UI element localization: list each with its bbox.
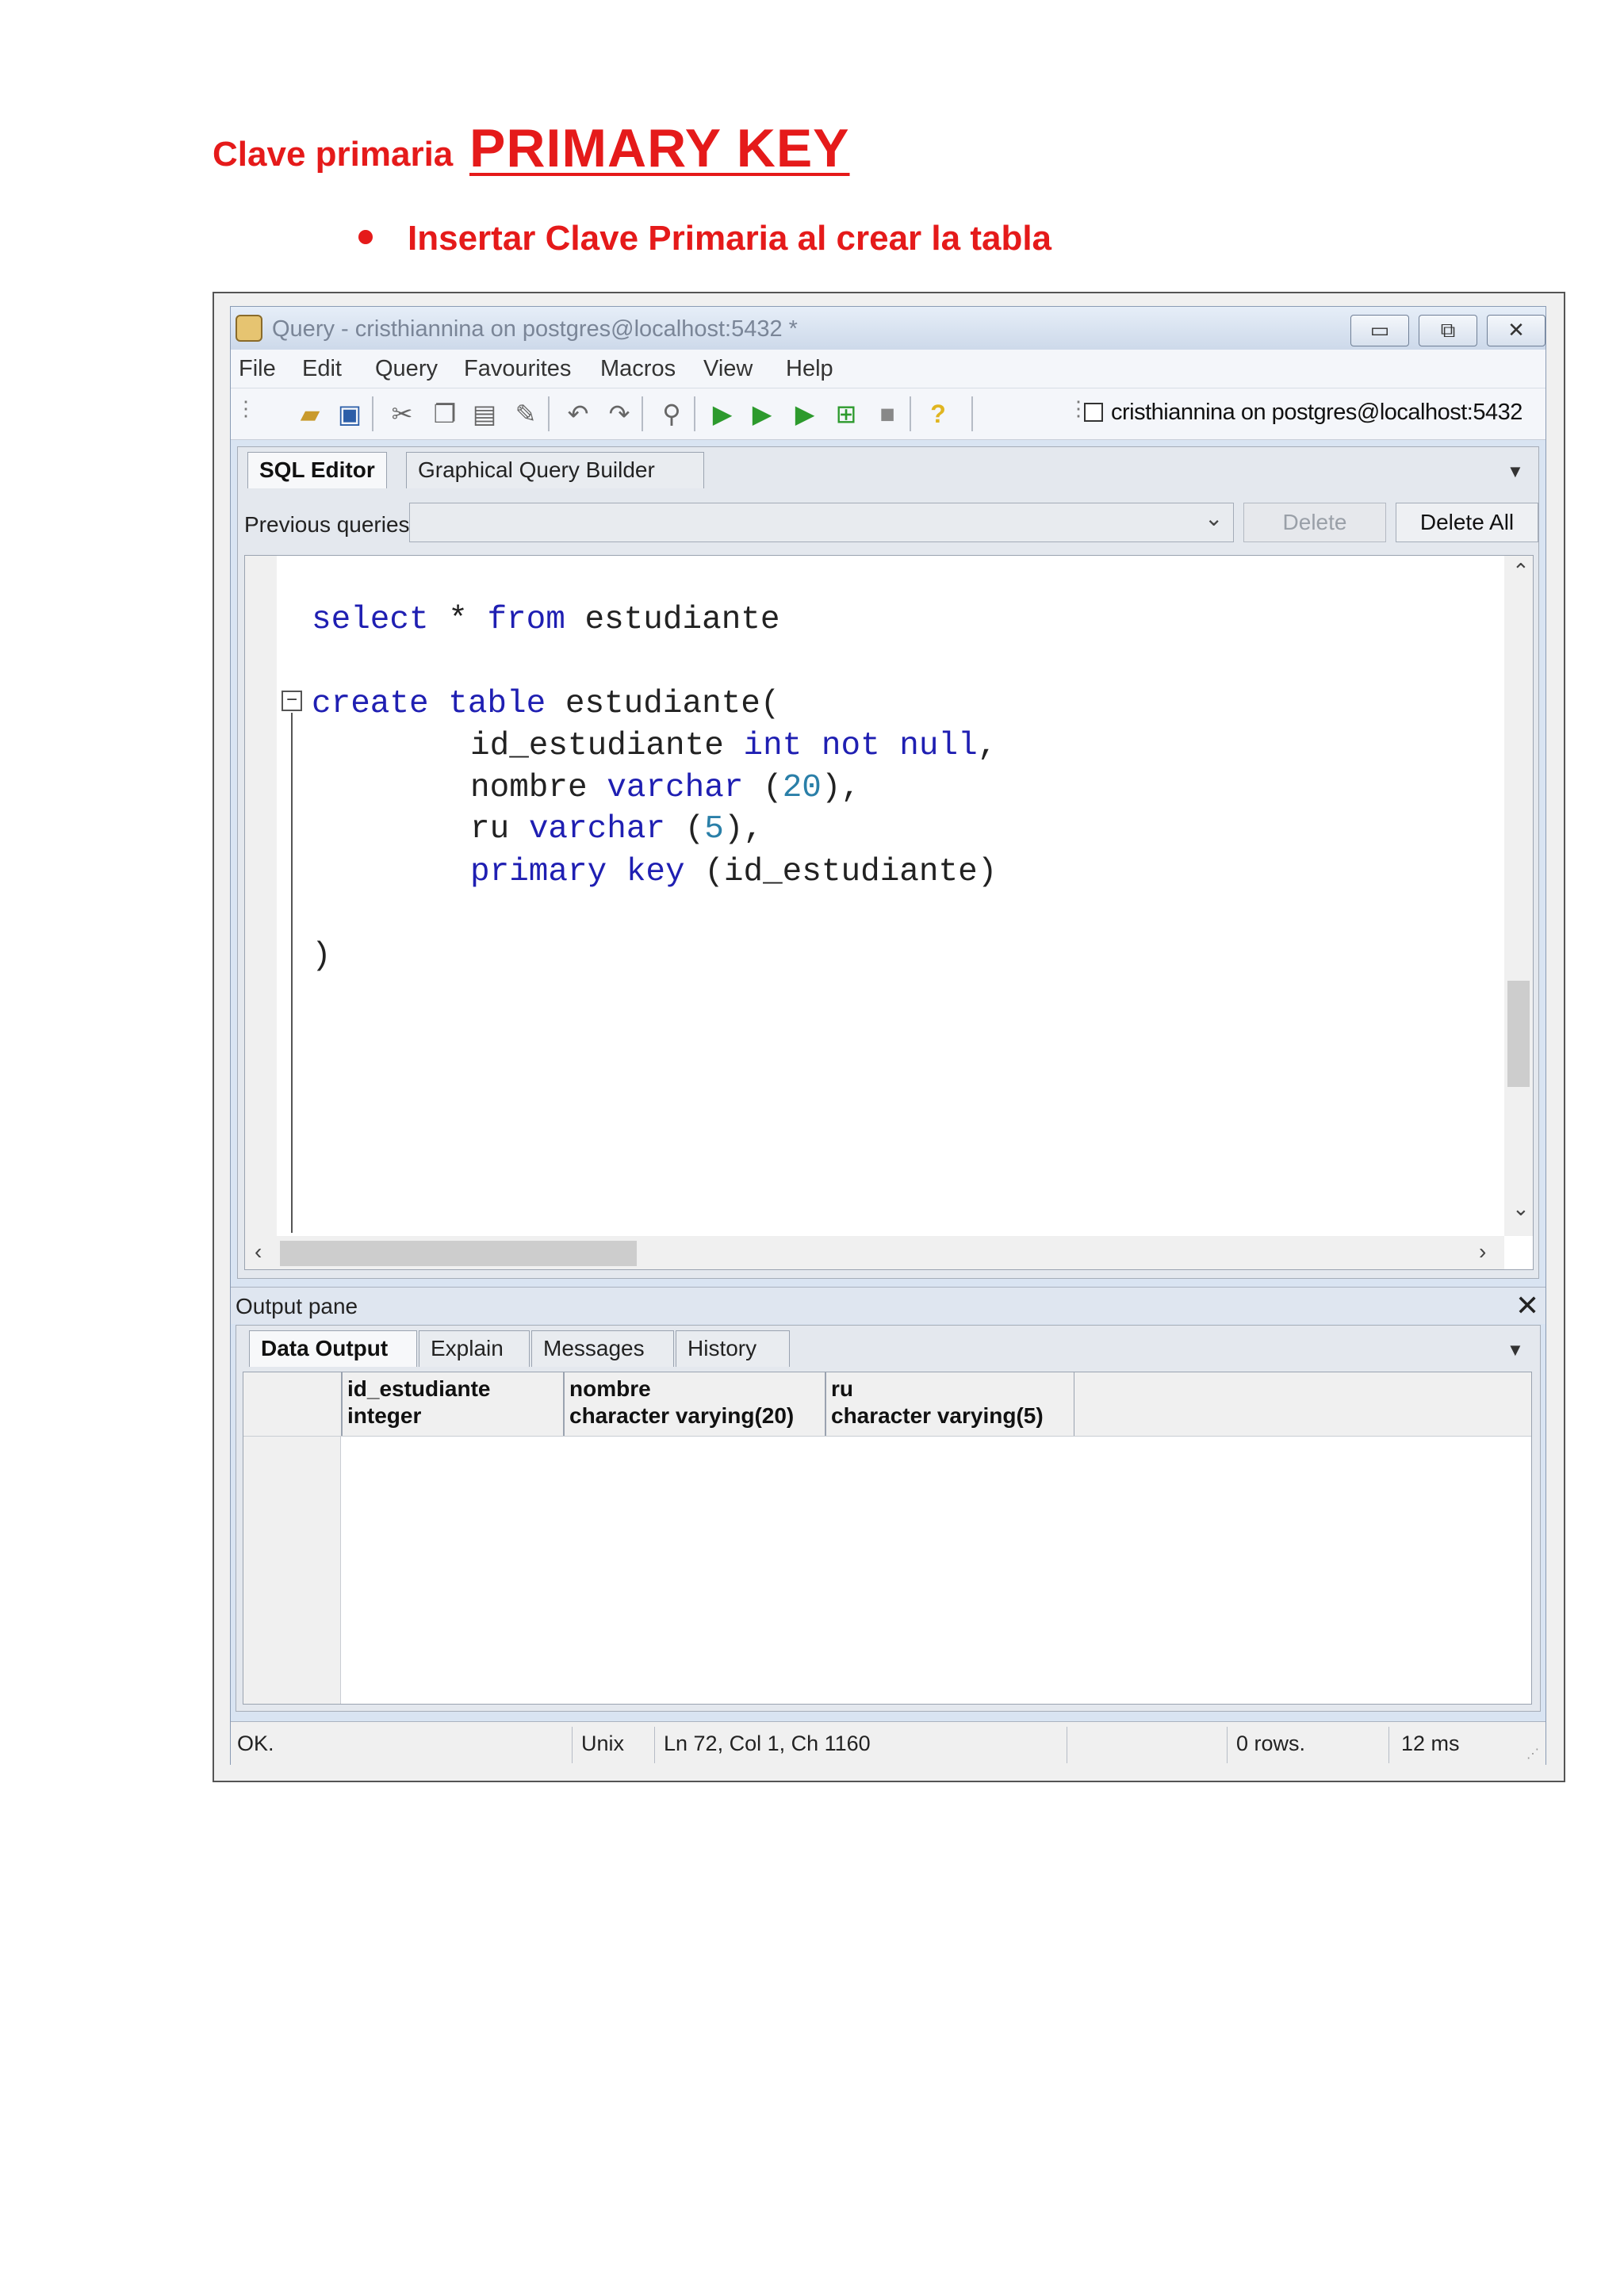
data-grid[interactable]: id_estudiante integer nombre character var…	[243, 1372, 1532, 1705]
help-icon[interactable]: ?	[922, 398, 954, 430]
previous-queries-select[interactable]: ⌄	[409, 503, 1234, 542]
bullet-text: Insertar Clave Primaria al crear la tabl…	[408, 219, 1052, 258]
tab-graphical-query-builder[interactable]: Graphical Query Builder	[406, 452, 704, 488]
toolbar-separator	[642, 396, 643, 431]
bullet-dot	[358, 230, 373, 244]
redo-icon[interactable]: ↷	[603, 398, 635, 430]
maximize-button[interactable]: ⧉	[1419, 315, 1477, 346]
title-bar: Query - cristhiannina on postgres@localh…	[231, 307, 1545, 350]
execute-to-file-icon[interactable]: ▶	[789, 398, 821, 430]
tab-explain[interactable]: Explain	[419, 1330, 530, 1367]
menu-query[interactable]: Query	[375, 356, 438, 382]
tab-sql-editor[interactable]: SQL Editor	[247, 452, 387, 488]
fold-line	[291, 713, 293, 1233]
panel-menu-icon[interactable]: ▼	[1507, 1340, 1524, 1360]
clear-icon[interactable]: ✎	[510, 398, 542, 430]
tab-history[interactable]: History	[676, 1330, 790, 1367]
connection-checkbox[interactable]	[1084, 403, 1103, 422]
doc-subtitle: Clave primaria	[213, 135, 454, 174]
cancel-icon[interactable]: ■	[871, 398, 903, 430]
scroll-up-icon[interactable]: ⌃	[1512, 559, 1530, 584]
menu-view[interactable]: View	[703, 356, 753, 382]
menu-bar: File Edit Query Favourites Macros View H…	[231, 350, 1545, 388]
menu-file[interactable]: File	[239, 356, 276, 382]
cut-icon[interactable]: ✂	[386, 398, 418, 430]
explain-icon[interactable]: ⊞	[830, 398, 862, 430]
toolbar-separator	[694, 396, 695, 431]
toolbar-separator	[372, 396, 373, 431]
close-icon[interactable]: ✕	[1515, 1289, 1539, 1322]
status-separator	[654, 1727, 655, 1763]
tab-data-output[interactable]: Data Output	[249, 1330, 417, 1367]
status-time: 12 ms	[1401, 1732, 1460, 1755]
status-separator	[1388, 1727, 1389, 1763]
output-pane-header: Output pane ✕	[231, 1287, 1545, 1324]
delete-all-button[interactable]: Delete All	[1396, 503, 1538, 542]
code-line: )	[312, 938, 331, 974]
scroll-left-icon[interactable]: ‹	[255, 1239, 262, 1265]
save-icon[interactable]: ▣	[334, 398, 366, 430]
grid-corner[interactable]	[243, 1372, 342, 1436]
toolbar: ⋮ ▰ ▣ ✂ ❐ ▤ ✎ ↶ ↷ ⚲ ▶ ▶ ▶ ⊞ ■ ? ⋮ cristh…	[231, 388, 1545, 440]
query-window: Query - cristhiannina on postgres@localh…	[230, 306, 1546, 1766]
horizontal-scrollbar[interactable]: ‹ ›	[245, 1236, 1504, 1269]
chevron-down-icon: ⌄	[1205, 506, 1224, 530]
undo-icon[interactable]: ↶	[562, 398, 594, 430]
status-cursor-position: Ln 72, Col 1, Ch 1160	[664, 1732, 871, 1755]
paste-icon[interactable]: ▤	[469, 398, 500, 430]
close-button[interactable]: ✕	[1487, 315, 1545, 346]
sql-app-icon	[236, 315, 262, 342]
previous-queries-label: Previous queries	[244, 512, 410, 537]
status-separator	[572, 1727, 573, 1763]
copy-icon[interactable]: ❐	[429, 398, 461, 430]
column-header[interactable]: nombre character varying(20)	[564, 1372, 825, 1436]
code-line: nombre varchar (20),	[470, 770, 861, 806]
code-line: primary key (id_estudiante)	[470, 854, 998, 890]
pgadmin-screenshot: Query - cristhiannina on postgres@localh…	[213, 292, 1565, 1782]
delete-button[interactable]: Delete	[1243, 503, 1386, 542]
output-pane-title: Output pane	[236, 1294, 358, 1318]
code-editor[interactable]: − select * from estudiante create table …	[244, 555, 1534, 1270]
horizontal-scroll-thumb[interactable]	[280, 1241, 637, 1266]
find-icon[interactable]: ⚲	[656, 398, 688, 430]
status-message: OK.	[237, 1732, 274, 1755]
toolbar-grip-icon: ⋮	[236, 396, 256, 420]
execute-pgscript-icon[interactable]: ▶	[746, 398, 778, 430]
column-header[interactable]: id_estudiante integer	[342, 1372, 564, 1436]
vertical-scrollbar[interactable]: ⌃ ⌄	[1504, 556, 1533, 1236]
toolbar-separator	[548, 396, 550, 431]
toolbar-separator	[971, 396, 973, 431]
menu-help[interactable]: Help	[786, 356, 833, 382]
fold-toggle-icon[interactable]: −	[282, 691, 302, 711]
status-rows: 0 rows.	[1236, 1732, 1306, 1755]
menu-favourites[interactable]: Favourites	[464, 356, 571, 382]
minimize-button[interactable]: ▭	[1350, 315, 1409, 346]
code-line: id_estudiante int not null,	[470, 728, 998, 764]
code-line: ru varchar (5),	[470, 811, 764, 848]
output-panel: Data Output Explain Messages History ▼ i…	[236, 1325, 1541, 1712]
connection-label[interactable]: cristhiannina on postgres@localhost:5432	[1111, 400, 1522, 426]
resize-grip-icon[interactable]: ⋰	[1526, 1746, 1539, 1762]
toolbar-separator	[910, 396, 911, 431]
window-title: Query - cristhiannina on postgres@localh…	[272, 316, 798, 342]
vertical-scroll-thumb[interactable]	[1507, 981, 1530, 1087]
status-separator	[1227, 1727, 1228, 1763]
doc-title: PRIMARY KEY	[469, 118, 850, 178]
menu-macros[interactable]: Macros	[600, 356, 676, 382]
editor-gutter	[245, 556, 277, 1236]
column-header[interactable]: ru character varying(5)	[825, 1372, 1074, 1436]
execute-icon[interactable]: ▶	[707, 398, 738, 430]
menu-edit[interactable]: Edit	[302, 356, 342, 382]
scroll-right-icon[interactable]: ›	[1479, 1239, 1486, 1265]
open-file-icon[interactable]: ▰	[294, 398, 326, 430]
status-bar: OK. Unix Ln 72, Col 1, Ch 1160 0 rows. 1…	[231, 1721, 1545, 1766]
panel-menu-icon[interactable]: ▼	[1507, 461, 1524, 482]
code-line: select * from estudiante	[312, 602, 780, 638]
sql-editor-panel: SQL Editor Graphical Query Builder ▼ Pre…	[237, 446, 1539, 1279]
scroll-down-icon[interactable]: ⌄	[1512, 1196, 1530, 1221]
code-line: create table estudiante(	[312, 686, 780, 722]
grid-header: id_estudiante integer nombre character var…	[243, 1372, 1531, 1437]
status-line-endings: Unix	[581, 1732, 625, 1755]
tab-messages[interactable]: Messages	[531, 1330, 674, 1367]
